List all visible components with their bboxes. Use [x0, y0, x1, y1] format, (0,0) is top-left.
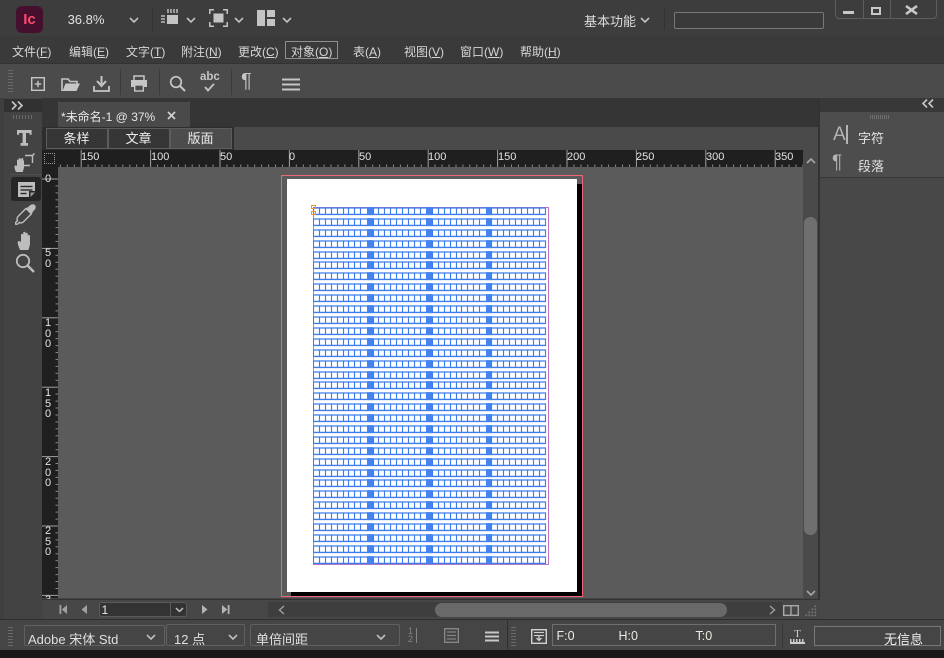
svg-text:T: T	[794, 628, 801, 640]
